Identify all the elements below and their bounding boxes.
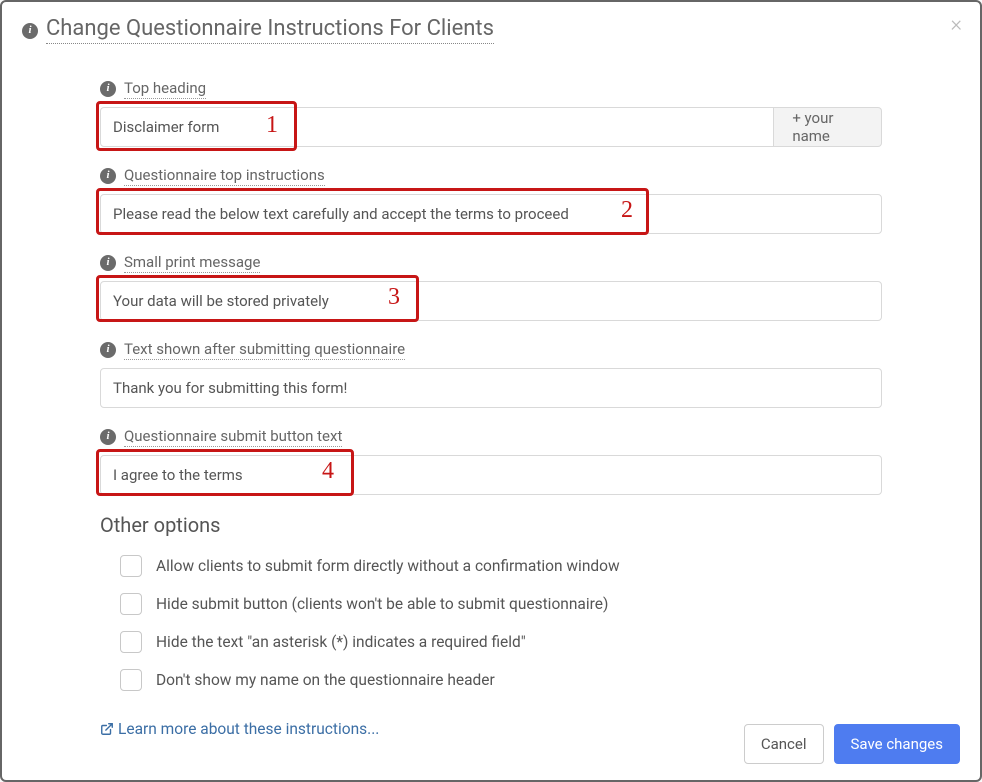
learn-more-link[interactable]: Learn more about these instructions... [100,720,379,738]
info-icon: i [100,342,116,358]
checkbox-hide-submit[interactable] [120,593,142,615]
field-top-instructions: i Questionnaire top instructions 2 [100,165,882,234]
label-after-submit: Text shown after submitting questionnair… [124,340,405,360]
annotation-number-3: 3 [388,284,400,311]
cancel-button[interactable]: Cancel [744,724,824,764]
input-after-submit[interactable] [100,368,882,408]
option-row: Allow clients to submit form directly wi… [120,555,882,577]
option-label: Hide submit button (clients won't be abl… [156,595,608,613]
option-row: Hide the text "an asterisk (*) indicates… [120,631,882,653]
annotation-number-4: 4 [322,458,334,485]
annotation-number-1: 1 [266,112,278,139]
input-small-print[interactable] [100,281,882,321]
option-row: Don't show my name on the questionnaire … [120,669,882,691]
label-top-instructions: Questionnaire top instructions [124,166,325,186]
label-top-heading: Top heading [124,79,206,99]
option-label: Hide the text "an asterisk (*) indicates… [156,633,526,651]
info-icon: i [100,168,116,184]
annotation-number-2: 2 [621,197,633,224]
modal-footer: Cancel Save changes [744,724,960,764]
options-list: Allow clients to submit form directly wi… [120,555,882,691]
info-icon: i [100,81,116,97]
checkbox-hide-asterisk-text[interactable] [120,631,142,653]
addon-your-name-button[interactable]: + your name [774,107,882,147]
field-small-print: i Small print message 3 [100,252,882,321]
option-label: Don't show my name on the questionnaire … [156,671,495,689]
modal-title-row: i Change Questionnaire Instructions For … [22,16,960,44]
learn-more-text: Learn more about these instructions... [118,720,379,738]
checkbox-hide-my-name[interactable] [120,669,142,691]
close-icon[interactable]: × [950,14,962,36]
input-top-heading[interactable] [100,107,774,147]
input-submit-button-text[interactable] [100,455,882,495]
save-changes-button[interactable]: Save changes [834,724,960,764]
info-icon: i [100,255,116,271]
field-submit-button-text: i Questionnaire submit button text 4 [100,426,882,495]
option-row: Hide submit button (clients won't be abl… [120,593,882,615]
info-icon: i [22,23,38,39]
option-label: Allow clients to submit form directly wi… [156,557,620,575]
field-after-submit: i Text shown after submitting questionna… [100,339,882,408]
external-link-icon [100,722,114,736]
other-options-heading: Other options [100,513,882,537]
info-icon: i [100,429,116,445]
label-small-print: Small print message [124,253,260,273]
field-top-heading: i Top heading + your name 1 [100,78,882,147]
modal-title: Change Questionnaire Instructions For Cl… [46,16,494,44]
input-top-instructions[interactable] [100,194,882,234]
checkbox-allow-direct-submit[interactable] [120,555,142,577]
form-content: i Top heading + your name 1 i Questionna… [100,78,882,738]
label-submit-button-text: Questionnaire submit button text [124,427,342,447]
modal-dialog: × i Change Questionnaire Instructions Fo… [0,0,982,782]
